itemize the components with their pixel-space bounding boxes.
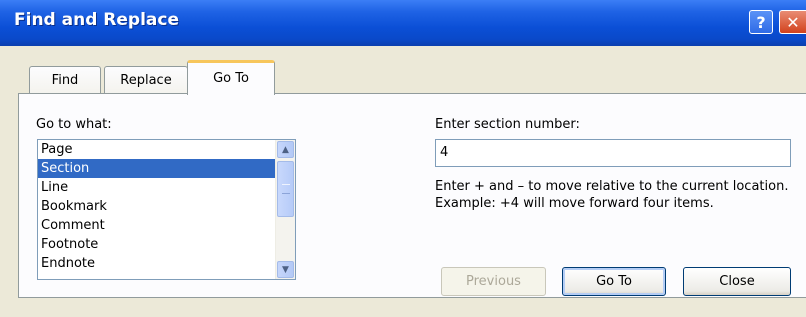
section-number-label: Enter section number:	[435, 117, 580, 132]
list-item[interactable]: Bookmark	[38, 197, 276, 216]
list-item[interactable]: Line	[38, 178, 276, 197]
scroll-thumb[interactable]	[277, 161, 294, 217]
section-number-input[interactable]: 4	[435, 139, 791, 167]
go-to-button[interactable]: Go To	[562, 267, 666, 296]
previous-button[interactable]: Previous	[441, 267, 546, 296]
go-to-what-list[interactable]: Page Section Line Bookmark Comment Footn…	[37, 139, 296, 280]
scroll-up-button[interactable]: ▲	[277, 141, 294, 158]
list-item[interactable]: Footnote	[38, 235, 276, 254]
chevron-up-icon: ▲	[282, 144, 289, 155]
list-item[interactable]: Section	[38, 159, 276, 178]
list-item[interactable]: Endnote	[38, 254, 276, 273]
close-button[interactable]: Close	[683, 267, 791, 296]
list-scrollbar[interactable]: ▲ ▼	[275, 140, 295, 279]
go-to-what-label: Go to what:	[36, 117, 112, 132]
help-text: Enter + and – to move relative to the cu…	[435, 179, 789, 211]
chevron-down-icon: ▼	[282, 264, 289, 275]
list-item[interactable]: Page	[38, 140, 276, 159]
scroll-down-button[interactable]: ▼	[277, 261, 294, 278]
list-item[interactable]: Comment	[38, 216, 276, 235]
